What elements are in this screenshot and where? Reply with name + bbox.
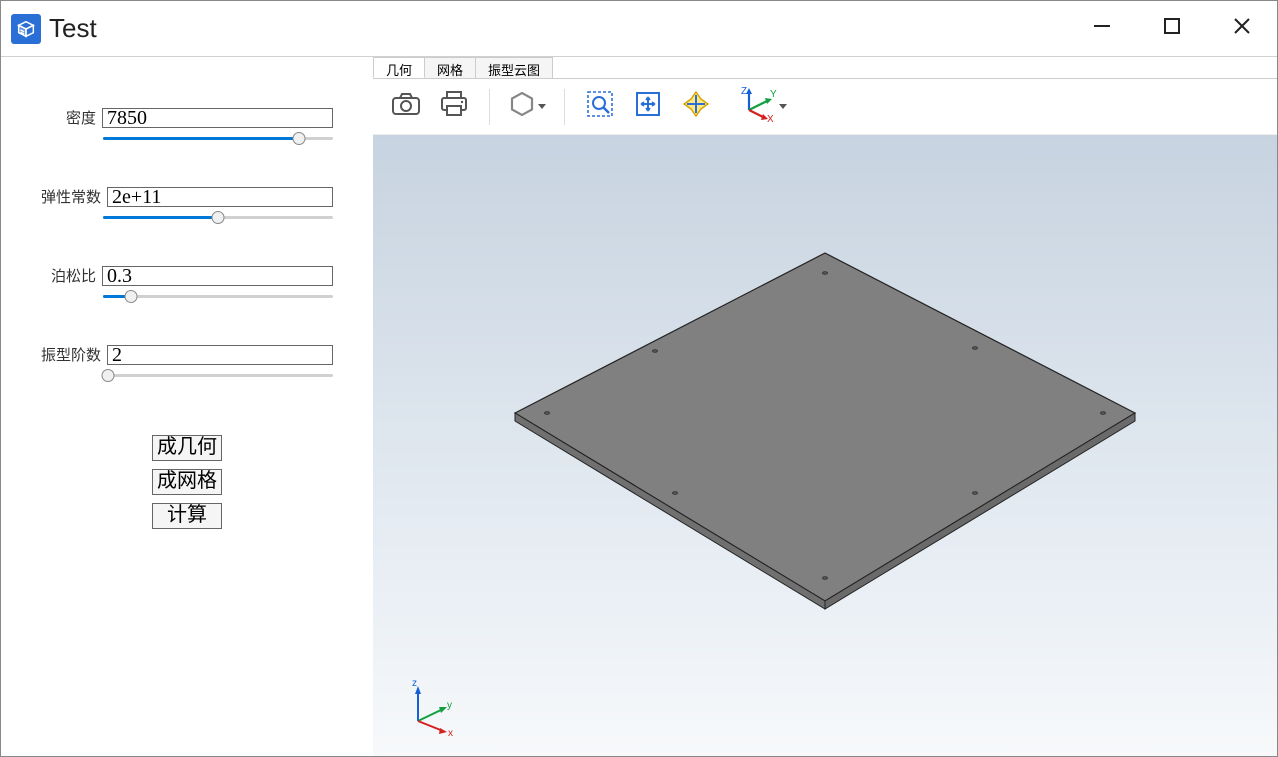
zoom-select-icon	[585, 89, 615, 124]
zoom-select-button[interactable]	[577, 85, 623, 129]
hex-icon	[508, 90, 536, 123]
chevron-down-icon	[538, 104, 546, 109]
svg-text:y: y	[447, 700, 452, 711]
mode-input[interactable]: 2	[107, 345, 333, 365]
chevron-down-icon	[779, 104, 787, 109]
generate-geometry-button[interactable]: 成几何	[152, 435, 222, 461]
toolbar-separator	[489, 89, 490, 125]
hex-dropdown[interactable]	[502, 85, 552, 129]
param-poisson: 泊松比 0.3	[41, 265, 333, 306]
svg-text:X: X	[767, 114, 774, 122]
viewport-toolbar: Z Y X	[373, 79, 1277, 135]
compute-button[interactable]: 计算	[152, 503, 222, 529]
app-icon	[11, 14, 41, 44]
param-mode-order: 振型阶数 2	[41, 344, 333, 385]
axes-icon: Z Y X	[737, 86, 777, 127]
print-button[interactable]	[431, 85, 477, 129]
close-button[interactable]	[1207, 1, 1277, 51]
geometry-plate	[505, 233, 1145, 633]
print-icon	[439, 90, 469, 123]
poisson-input[interactable]: 0.3	[102, 266, 333, 286]
density-input[interactable]: 7850	[102, 108, 333, 128]
toolbar-separator	[564, 89, 565, 125]
param-label: 弹性常数	[41, 186, 101, 207]
density-slider[interactable]	[103, 130, 333, 148]
reset-view-button[interactable]	[673, 85, 719, 129]
elastic-slider[interactable]	[103, 209, 333, 227]
tab-mesh[interactable]: 网格	[424, 57, 476, 78]
svg-text:Z: Z	[741, 86, 747, 97]
fit-icon	[633, 89, 663, 124]
cross-icon	[681, 89, 711, 124]
viewport-3d[interactable]: z y x	[373, 135, 1277, 756]
generate-mesh-button[interactable]: 成网格	[152, 469, 222, 495]
action-buttons: 成几何 成网格 计算	[41, 435, 333, 529]
param-density: 密度 7850	[41, 107, 333, 148]
screenshot-button[interactable]	[383, 85, 429, 129]
window-title: Test	[49, 13, 97, 44]
param-label: 密度	[41, 107, 96, 128]
right-panel: 几何 网格 振型云图	[373, 57, 1277, 756]
tab-geometry[interactable]: 几何	[373, 57, 425, 78]
sidebar: 密度 7850 弹性常数 2e+11 泊松比 0.3	[1, 57, 373, 756]
svg-text:x: x	[448, 728, 453, 736]
camera-icon	[391, 91, 421, 122]
viewport-triad: z y x	[403, 676, 463, 736]
tab-mode-shape[interactable]: 振型云图	[475, 57, 553, 78]
svg-text:z: z	[412, 678, 417, 689]
svg-text:Y: Y	[770, 89, 777, 100]
axes-dropdown[interactable]: Z Y X	[731, 85, 793, 129]
maximize-button[interactable]	[1137, 1, 1207, 51]
minimize-button[interactable]	[1067, 1, 1137, 51]
mode-slider[interactable]	[103, 367, 333, 385]
view-tabs: 几何 网格 振型云图	[373, 57, 1277, 79]
poisson-slider[interactable]	[103, 288, 333, 306]
param-elastic-modulus: 弹性常数 2e+11	[41, 186, 333, 227]
elastic-input[interactable]: 2e+11	[107, 187, 333, 207]
param-label: 振型阶数	[41, 344, 101, 365]
fit-view-button[interactable]	[625, 85, 671, 129]
param-label: 泊松比	[41, 265, 96, 286]
window-controls	[1067, 1, 1277, 51]
content-area: 密度 7850 弹性常数 2e+11 泊松比 0.3	[1, 56, 1277, 756]
titlebar: Test	[1, 1, 1277, 56]
